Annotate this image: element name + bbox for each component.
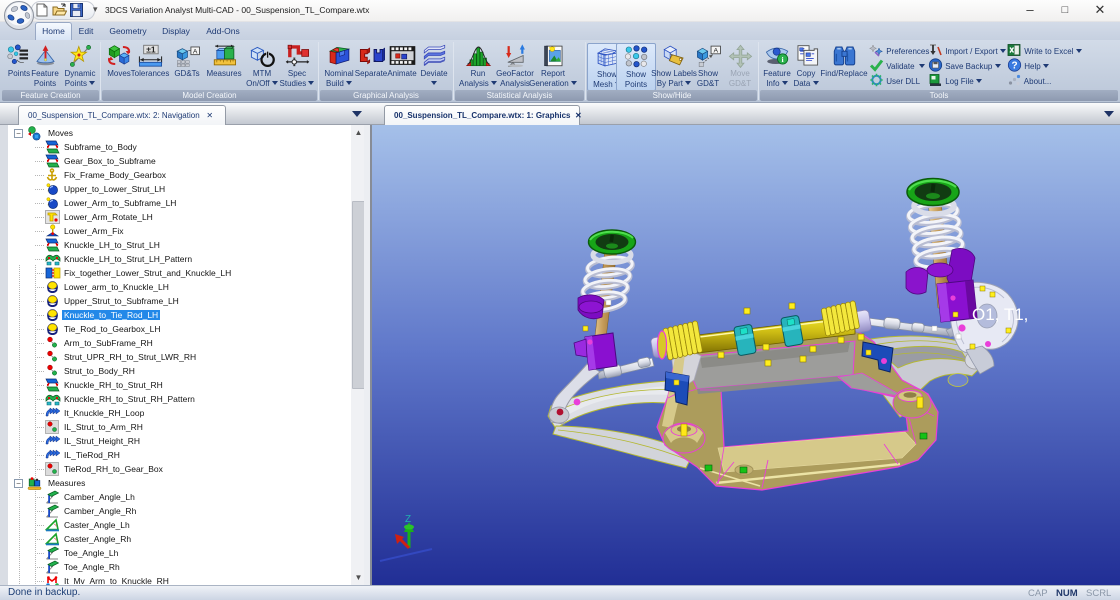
svg-text:±1: ±1 <box>146 45 156 55</box>
svg-text:?: ? <box>1011 61 1017 72</box>
svg-text:O1, T1,: O1, T1, <box>972 305 1028 324</box>
svg-text:A: A <box>713 48 718 55</box>
svg-text:Z: Z <box>405 514 411 525</box>
